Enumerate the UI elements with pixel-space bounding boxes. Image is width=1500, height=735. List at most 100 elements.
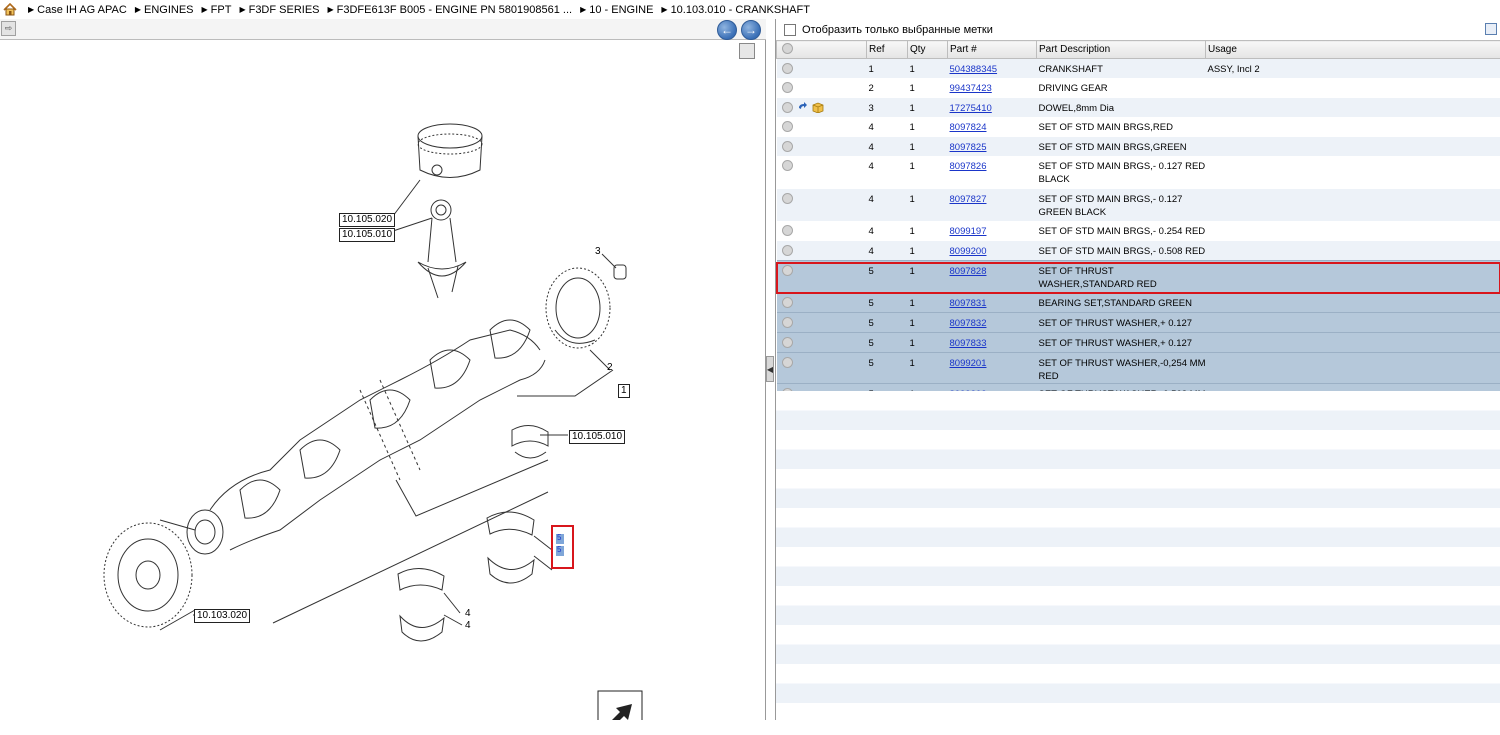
row-description: SET OF STD MAIN BRGS,- 0.127 GREEN BLACK (1039, 194, 1183, 218)
row-part-number[interactable]: 99437423 (950, 83, 992, 94)
row-part-number[interactable]: 8097828 (950, 266, 987, 277)
row-part-number-cell: 8099200 (948, 241, 1037, 261)
table-row[interactable]: 11504388345CRANKSHAFTASSY, Incl 2 (777, 59, 1500, 79)
home-icon[interactable] (2, 2, 18, 18)
callout-label[interactable]: 10.105.010 (339, 228, 395, 242)
back-arrow-icon[interactable]: ← (717, 20, 737, 40)
table-row[interactable]: 3117275410DOWEL,8mm Dia (777, 98, 1500, 118)
expand-row-icon[interactable] (782, 141, 793, 152)
expand-row-icon[interactable] (782, 82, 793, 93)
row-qty-cell: 1 (908, 117, 948, 137)
ref-number[interactable]: 4 (465, 608, 471, 619)
expand-all-header[interactable] (777, 41, 867, 59)
table-row[interactable]: 518097831BEARING SET,STANDARD GREEN (777, 293, 1500, 313)
ref-number[interactable]: 2 (607, 362, 613, 373)
breadcrumb-item[interactable]: ▶10 - ENGINE (580, 4, 653, 16)
table-row[interactable]: 418099197SET OF STD MAIN BRGS,- 0.254 RE… (777, 221, 1500, 241)
row-part-number[interactable]: 8097832 (950, 318, 987, 329)
row-ref: 4 (869, 122, 874, 133)
export-icon[interactable] (598, 691, 642, 735)
row-ref: 1 (869, 64, 874, 75)
row-description: BEARING SET,STANDARD GREEN (1039, 298, 1192, 309)
row-part-number[interactable]: 8097825 (950, 142, 987, 153)
row-part-number[interactable]: 8097831 (950, 298, 987, 309)
row-part-number[interactable]: 8097833 (950, 338, 987, 349)
expand-side-panel-button[interactable]: ⇨ (1, 21, 16, 36)
row-ref: 4 (869, 246, 874, 257)
row-qty-cell: 1 (908, 98, 948, 118)
row-part-number[interactable]: 8099197 (950, 226, 987, 237)
row-qty-cell: 1 (908, 78, 948, 98)
row-usage-cell (1206, 221, 1500, 241)
row-qty: 1 (910, 194, 915, 205)
col-header-ref[interactable]: Ref (867, 41, 908, 59)
table-row[interactable]: 518097828SET OF THRUST WASHER,STANDARD R… (777, 260, 1500, 293)
breadcrumb-item[interactable]: ▶FPT (202, 4, 232, 16)
breadcrumb-item[interactable]: ▶ENGINES (135, 4, 194, 16)
row-ref-cell: 4 (867, 137, 908, 157)
col-header-part[interactable]: Part # (948, 41, 1037, 59)
col-header-usage[interactable]: Usage (1206, 41, 1500, 59)
row-part-number[interactable]: 8097824 (950, 122, 987, 133)
row-expand-cell (777, 333, 867, 353)
expand-row-icon[interactable] (782, 337, 793, 348)
link-arrow-icon[interactable] (797, 102, 808, 113)
row-qty-cell: 1 (908, 137, 948, 157)
table-row[interactable]: 2199437423DRIVING GEAR (777, 78, 1500, 98)
breadcrumb-item[interactable]: ▶F3DF SERIES (239, 4, 319, 16)
expand-row-icon[interactable] (782, 245, 793, 256)
expand-row-icon[interactable] (782, 317, 793, 328)
table-row[interactable]: 518097833SET OF THRUST WASHER,+ 0.127 (777, 333, 1500, 353)
row-ref: 5 (869, 266, 874, 277)
callout-label[interactable]: 10.105.010 (569, 430, 625, 444)
ref-number[interactable]: 3 (595, 246, 601, 257)
table-row[interactable]: 418097827SET OF STD MAIN BRGS,- 0.127 GR… (777, 189, 1500, 222)
row-part-number[interactable]: 504388345 (950, 64, 998, 75)
callout-label[interactable]: 10.105.020 (339, 213, 395, 227)
exploded-view-drawing[interactable]: 10.105.020 10.105.010 10.105.010 10.103.… (0, 40, 765, 720)
breadcrumb-item[interactable]: ▶10.103.010 - CRANKSHAFT (661, 4, 810, 16)
expand-row-icon[interactable] (782, 357, 793, 368)
col-header-description[interactable]: Part Description (1037, 41, 1206, 59)
callout-label[interactable]: 10.103.020 (194, 609, 250, 623)
expand-row-icon[interactable] (782, 297, 793, 308)
table-row[interactable]: 418097825 SET OF STD MAIN BRGS,GREEN (777, 137, 1500, 157)
breadcrumb-item[interactable]: ▶Case IH AG APAC (28, 4, 127, 16)
breadcrumb-label: F3DFE613F B005 - ENGINE PN 5801908561 ..… (337, 4, 572, 16)
expand-row-icon[interactable] (782, 193, 793, 204)
list-view-icon[interactable] (1485, 23, 1497, 35)
expand-row-icon[interactable] (782, 63, 793, 74)
col-header-qty[interactable]: Qty (908, 41, 948, 59)
row-part-number[interactable]: 8097826 (950, 161, 987, 172)
ref-number[interactable]: 4 (465, 620, 471, 631)
row-ref-cell: 4 (867, 241, 908, 261)
row-part-number-cell: 8099197 (948, 221, 1037, 241)
row-description: SET OF STD MAIN BRGS,GREEN (1039, 142, 1187, 153)
expand-row-icon[interactable] (782, 265, 793, 276)
row-usage-cell (1206, 313, 1500, 333)
ref-number[interactable]: 5 (557, 545, 561, 554)
table-row[interactable]: 518099201SET OF THRUST WASHER,-0,254 MM … (777, 353, 1500, 384)
expand-row-icon[interactable] (782, 225, 793, 236)
row-qty: 1 (910, 266, 915, 277)
row-part-number[interactable]: 8099201 (950, 358, 987, 369)
table-row[interactable]: 418099200SET OF STD MAIN BRGS,- 0.508 RE… (777, 241, 1500, 261)
expand-row-icon[interactable] (782, 121, 793, 132)
row-part-number[interactable]: 17275410 (950, 103, 992, 114)
show-selected-checkbox[interactable] (784, 24, 796, 36)
collapse-pane-handle[interactable]: ◀ (766, 356, 774, 382)
breadcrumb-item[interactable]: ▶F3DFE613F B005 - ENGINE PN 5801908561 .… (328, 4, 573, 16)
row-qty: 1 (910, 338, 915, 349)
table-row[interactable]: 418097826SET OF STD MAIN BRGS,- 0.127 RE… (777, 156, 1500, 189)
table-row[interactable]: 418097824SET OF STD MAIN BRGS,RED (777, 117, 1500, 137)
expand-row-icon[interactable] (782, 160, 793, 171)
row-part-number-cell: 8097828 (948, 260, 1037, 293)
forward-arrow-icon[interactable]: → (741, 20, 761, 40)
row-part-number[interactable]: 8099200 (950, 246, 987, 257)
row-part-number[interactable]: 8097827 (950, 194, 987, 205)
ref-number[interactable]: 1 (618, 384, 630, 398)
package-icon[interactable] (812, 102, 823, 113)
expand-row-icon[interactable] (782, 102, 793, 113)
ref-number[interactable]: 5 (557, 533, 561, 542)
table-row[interactable]: 518097832SET OF THRUST WASHER,+ 0.127 (777, 313, 1500, 333)
